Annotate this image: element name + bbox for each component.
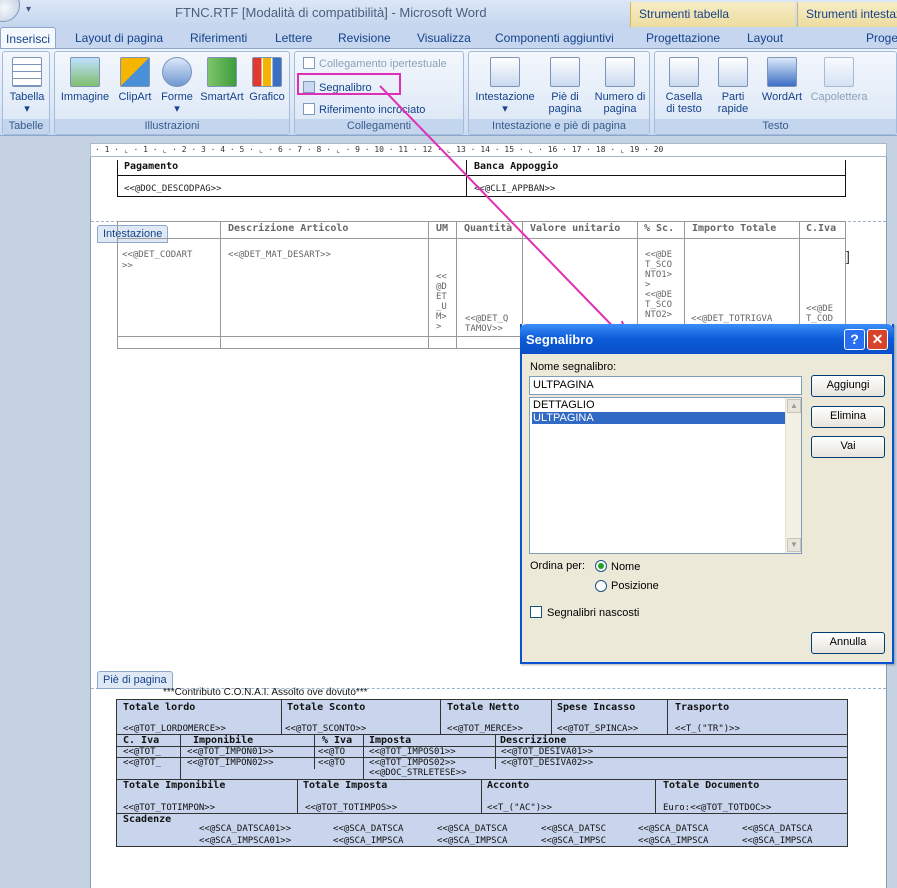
list-scrollbar[interactable]: ▲ ▼ [785, 398, 801, 553]
delete-button[interactable]: Elimina [811, 406, 885, 428]
dialog-title: Segnalibro [526, 332, 594, 347]
help-button[interactable]: ? [844, 329, 865, 350]
bookmark-name-label: Nome segnalibro: [530, 361, 617, 373]
hidden-bookmarks-label[interactable]: Segnalibri nascosti [547, 607, 639, 619]
dialog-title-bar[interactable]: Segnalibro ? ✕ [520, 324, 894, 354]
bookmark-list[interactable]: DETTAGLIO ULTPAGINA ▲ ▼ [529, 397, 802, 554]
bookmark-name-input[interactable]: ULTPAGINA [529, 376, 802, 395]
scroll-down-icon[interactable]: ▼ [787, 538, 801, 552]
scroll-up-icon[interactable]: ▲ [787, 399, 801, 413]
goto-button[interactable]: Vai [811, 436, 885, 458]
close-button[interactable]: ✕ [867, 329, 888, 350]
sort-by-label: Ordina per: [530, 560, 586, 572]
sort-by-name-label[interactable]: Nome [611, 561, 640, 573]
bookmark-item[interactable]: DETTAGLIO [532, 399, 785, 411]
sort-by-position-radio[interactable] [595, 580, 607, 592]
sort-by-name-radio[interactable] [595, 560, 607, 572]
sort-by-position-label[interactable]: Posizione [611, 580, 659, 592]
cancel-button[interactable]: Annulla [811, 632, 885, 654]
bookmark-item-selected[interactable]: ULTPAGINA [532, 412, 785, 424]
add-button[interactable]: Aggiungi [811, 375, 885, 397]
hidden-bookmarks-checkbox[interactable] [530, 606, 542, 618]
bookmark-dialog[interactable]: Segnalibro ? ✕ Nome segnalibro: ULTPAGIN… [520, 324, 894, 664]
